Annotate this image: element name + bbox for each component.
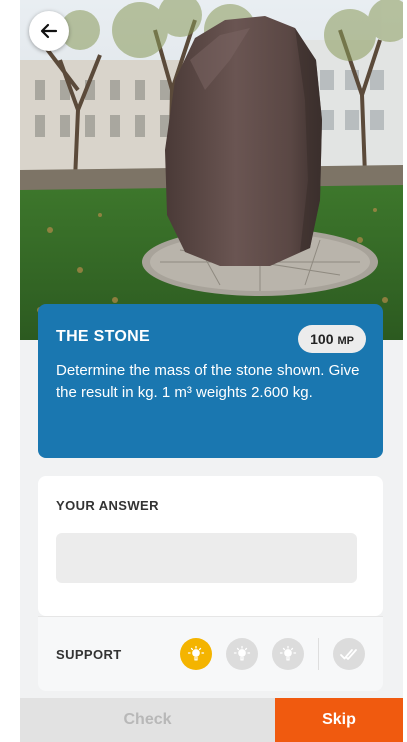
points-value: 100 <box>310 331 334 347</box>
skip-button[interactable]: Skip <box>275 698 403 742</box>
task-screen: THE STONE 100 MP Determine the mass of t… <box>20 0 403 742</box>
lightbulb-icon <box>279 645 297 661</box>
solution-button[interactable] <box>333 638 365 670</box>
lightbulb-icon <box>187 645 205 661</box>
back-button[interactable] <box>29 11 69 51</box>
lightbulb-icon <box>233 645 251 661</box>
task-description: Determine the mass of the stone shown. G… <box>56 362 360 401</box>
answer-input[interactable] <box>56 533 357 583</box>
hint-1-button[interactable] <box>180 638 212 670</box>
points-badge: 100 MP <box>298 325 366 353</box>
answer-label: YOUR ANSWER <box>56 498 159 513</box>
check-button[interactable]: Check <box>20 698 275 742</box>
support-label: SUPPORT <box>56 646 122 662</box>
support-row: SUPPORT <box>38 617 383 691</box>
hint-2-button[interactable] <box>226 638 258 670</box>
arrow-left-icon <box>40 23 58 39</box>
points-unit: MP <box>337 335 355 347</box>
task-card: THE STONE 100 MP Determine the mass of t… <box>38 304 383 458</box>
support-separator <box>318 638 319 670</box>
answer-card: YOUR ANSWER <box>38 476 383 616</box>
stone-photo <box>20 0 403 340</box>
hint-3-button[interactable] <box>272 638 304 670</box>
double-check-icon <box>340 649 357 660</box>
